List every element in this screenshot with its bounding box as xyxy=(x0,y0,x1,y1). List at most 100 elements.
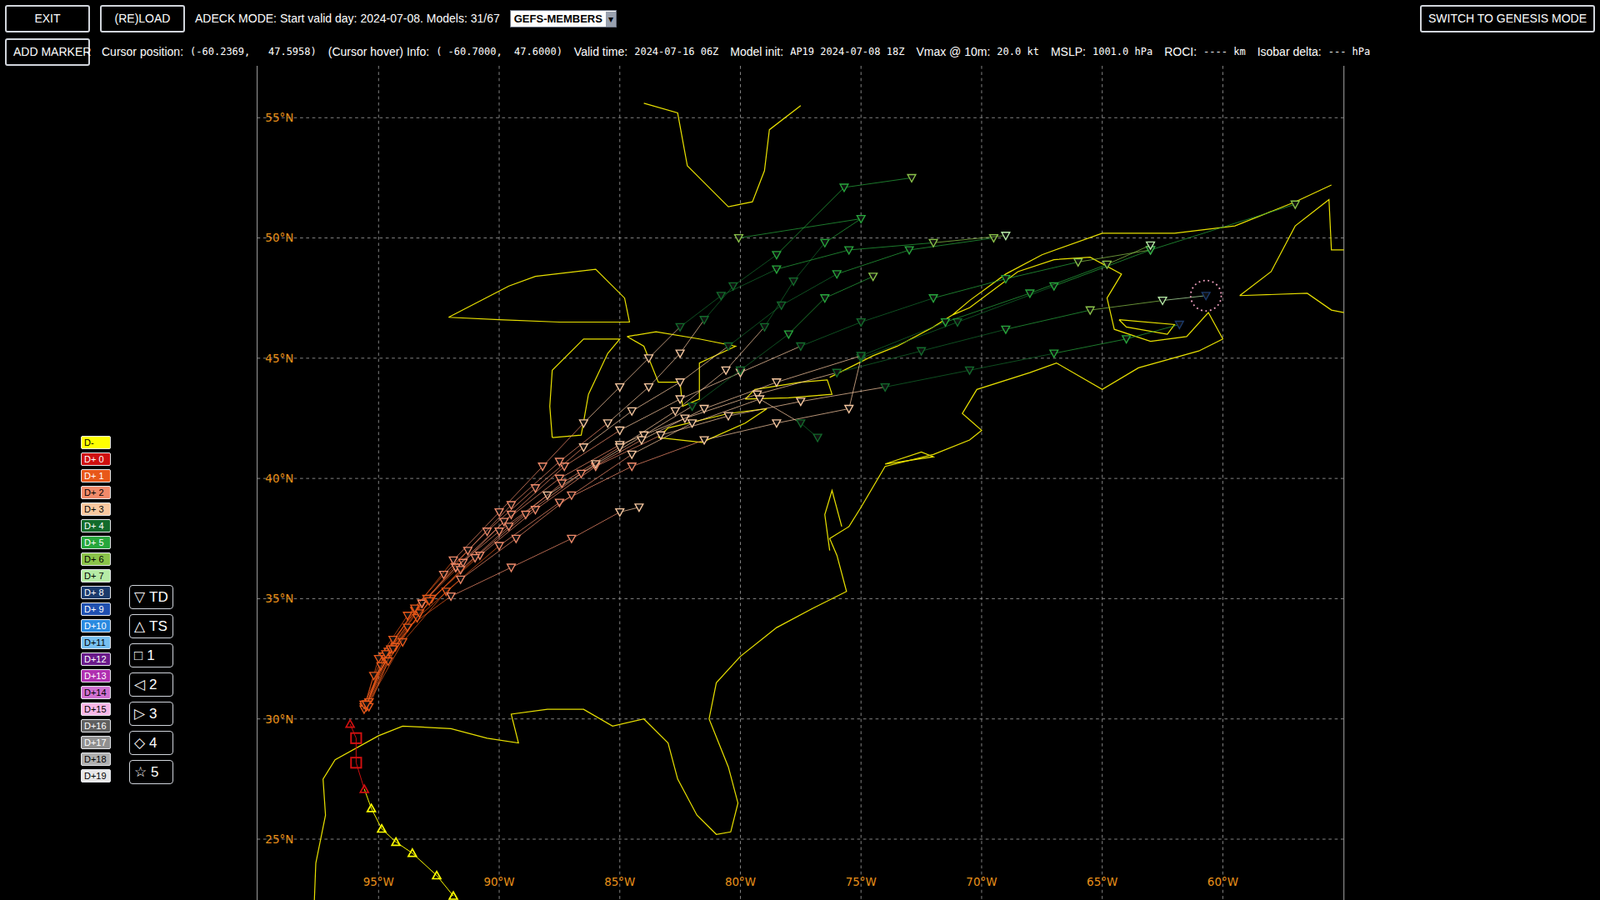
storm-marker[interactable] xyxy=(832,369,841,377)
storm-marker[interactable] xyxy=(345,720,355,728)
storm-marker[interactable] xyxy=(796,420,805,428)
storm-marker[interactable] xyxy=(832,270,841,279)
storm-marker[interactable] xyxy=(377,825,386,833)
storm-marker[interactable] xyxy=(856,215,865,224)
storm-marker[interactable] xyxy=(1122,335,1131,344)
storm-marker[interactable] xyxy=(721,366,730,375)
storm-marker[interactable] xyxy=(567,535,576,543)
storm-marker[interactable] xyxy=(560,463,569,471)
storm-marker[interactable] xyxy=(1158,297,1167,305)
storm-marker[interactable] xyxy=(425,597,434,605)
storm-marker[interactable] xyxy=(456,566,465,575)
storm-marker[interactable] xyxy=(724,412,733,420)
storm-marker[interactable] xyxy=(820,295,830,303)
storm-marker[interactable] xyxy=(350,733,361,744)
storm-marker[interactable] xyxy=(511,535,520,543)
storm-marker[interactable] xyxy=(637,436,646,445)
storm-marker[interactable] xyxy=(772,251,781,260)
storm-marker[interactable] xyxy=(845,405,854,414)
storm-marker[interactable] xyxy=(362,700,371,709)
storm-marker[interactable] xyxy=(670,407,680,415)
storm-marker[interactable] xyxy=(729,282,738,290)
storm-marker[interactable] xyxy=(391,838,400,846)
storm-marker[interactable] xyxy=(869,273,878,281)
storm-marker[interactable] xyxy=(789,278,798,286)
storm-marker[interactable] xyxy=(410,605,420,613)
storm-marker[interactable] xyxy=(603,420,612,428)
ensemble-track[interactable] xyxy=(360,235,998,712)
storm-marker[interactable] xyxy=(813,434,822,442)
storm-marker[interactable] xyxy=(432,871,441,880)
storm-marker[interactable] xyxy=(627,450,636,459)
storm-marker[interactable] xyxy=(796,343,805,351)
storm-marker[interactable] xyxy=(1290,200,1300,209)
storm-marker[interactable] xyxy=(990,235,999,243)
storm-marker[interactable] xyxy=(1050,350,1059,358)
ensemble-track[interactable] xyxy=(365,200,1300,706)
storm-marker[interactable] xyxy=(615,509,625,517)
storm-marker[interactable] xyxy=(736,366,745,375)
add-marker-button[interactable]: ADD MARKER xyxy=(5,38,90,66)
storm-marker[interactable] xyxy=(856,319,865,327)
storm-marker[interactable] xyxy=(929,239,938,247)
storm-marker[interactable] xyxy=(627,463,636,471)
storm-marker[interactable] xyxy=(675,379,685,387)
storm-marker[interactable] xyxy=(760,323,770,331)
model-select[interactable]: GEFS-MEMBERS▾ xyxy=(510,10,617,29)
ensemble-track[interactable] xyxy=(362,241,1155,709)
storm-marker[interactable] xyxy=(577,470,586,478)
ensemble-track[interactable] xyxy=(365,215,865,712)
ensemble-track[interactable] xyxy=(362,504,644,711)
ensemble-track[interactable] xyxy=(362,174,916,709)
storm-marker[interactable] xyxy=(446,593,455,601)
storm-marker[interactable] xyxy=(350,757,361,768)
storm-marker[interactable] xyxy=(381,650,390,659)
storm-marker[interactable] xyxy=(856,352,865,360)
ensemble-track[interactable] xyxy=(362,246,1155,709)
ensemble-track[interactable] xyxy=(360,395,822,709)
storm-marker[interactable] xyxy=(777,301,786,310)
storm-marker[interactable] xyxy=(1085,306,1095,315)
storm-marker[interactable] xyxy=(688,420,697,428)
storm-marker[interactable] xyxy=(495,509,504,517)
storm-marker[interactable] xyxy=(1001,232,1010,240)
storm-marker[interactable] xyxy=(772,420,781,428)
storm-marker[interactable] xyxy=(645,384,654,392)
storm-marker[interactable] xyxy=(615,384,625,392)
storm-marker[interactable] xyxy=(820,239,830,247)
storm-marker[interactable] xyxy=(845,246,854,255)
storm-marker[interactable] xyxy=(615,427,625,435)
storm-marker[interactable] xyxy=(360,785,369,793)
storm-marker[interactable] xyxy=(449,891,458,900)
ensemble-track[interactable] xyxy=(362,292,1210,709)
storm-marker[interactable] xyxy=(675,395,685,404)
storm-marker[interactable] xyxy=(700,405,709,414)
storm-marker[interactable] xyxy=(840,184,849,192)
storm-marker[interactable] xyxy=(755,395,765,404)
genesis-mode-button[interactable]: SWITCH TO GENESIS MODE xyxy=(1420,5,1595,33)
storm-marker[interactable] xyxy=(1025,290,1035,298)
storm-marker[interactable] xyxy=(483,528,492,536)
ensemble-track[interactable] xyxy=(365,321,1184,707)
storm-marker[interactable] xyxy=(645,355,654,363)
storm-marker[interactable] xyxy=(627,407,636,415)
storm-marker[interactable] xyxy=(675,350,685,358)
storm-marker[interactable] xyxy=(635,504,644,512)
storm-marker[interactable] xyxy=(905,246,914,255)
storm-marker[interactable] xyxy=(367,804,376,812)
storm-marker[interactable] xyxy=(716,292,725,300)
best-track[interactable] xyxy=(345,720,458,900)
storm-marker[interactable] xyxy=(1103,260,1112,269)
ensemble-track[interactable] xyxy=(362,232,1010,710)
track-map[interactable]: 55°N50°N45°N40°N35°N30°N25°N95°W90°W85°W… xyxy=(0,65,1600,900)
storm-marker[interactable] xyxy=(456,575,465,584)
storm-marker[interactable] xyxy=(735,235,744,243)
storm-marker[interactable] xyxy=(579,420,588,428)
storm-marker[interactable] xyxy=(408,849,417,857)
storm-marker[interactable] xyxy=(965,366,975,375)
storm-marker[interactable] xyxy=(1201,292,1210,300)
storm-marker[interactable] xyxy=(700,316,709,325)
storm-marker[interactable] xyxy=(675,323,685,331)
storm-marker[interactable] xyxy=(907,174,916,182)
storm-marker[interactable] xyxy=(567,491,576,500)
